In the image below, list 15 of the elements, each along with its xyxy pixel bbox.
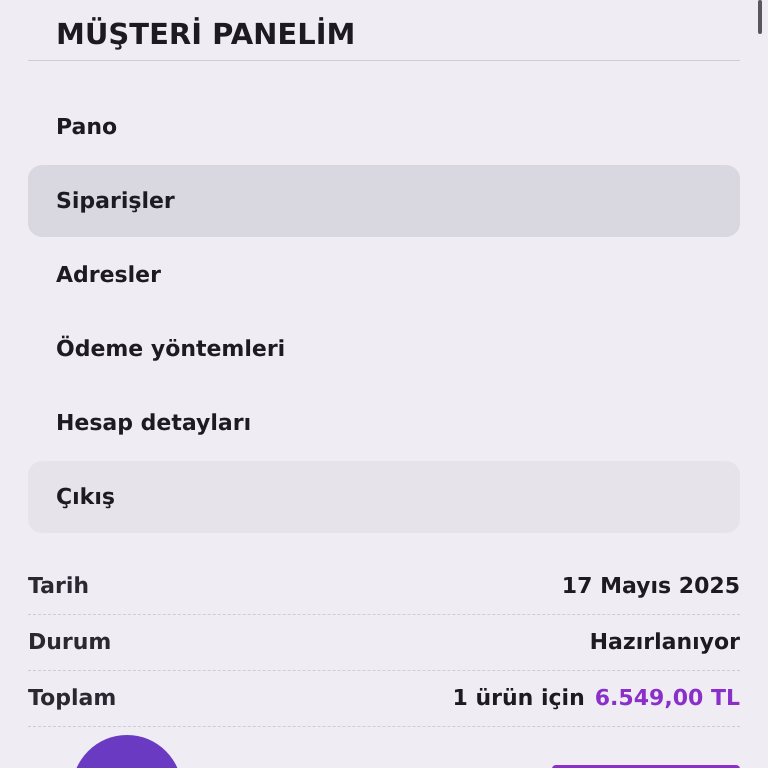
summary-label: Toplam	[28, 686, 116, 711]
summary-value: Hazırlanıyor	[590, 630, 740, 655]
total-amount: 6.549,00 TL	[594, 686, 740, 711]
summary-value: 17 Mayıs 2025	[562, 574, 740, 599]
panel-title: MÜŞTERİ PANELİM	[55, 16, 356, 53]
menu-item[interactable]: Hesap detayları	[28, 387, 740, 459]
menu-item[interactable]: Adresler	[28, 239, 740, 311]
menu-item[interactable]: Ödeme yöntemleri	[28, 313, 740, 385]
logout-button[interactable]: Çıkış	[28, 461, 740, 533]
summary-value: 1 ürün için	[452, 686, 585, 711]
menu-item[interactable]: Pano	[28, 91, 740, 163]
summary-label: Durum	[28, 630, 112, 655]
summary-label: Tarih	[28, 574, 90, 599]
scrollbar[interactable]	[758, 0, 762, 34]
menu-item[interactable]: Siparişler	[28, 165, 740, 237]
